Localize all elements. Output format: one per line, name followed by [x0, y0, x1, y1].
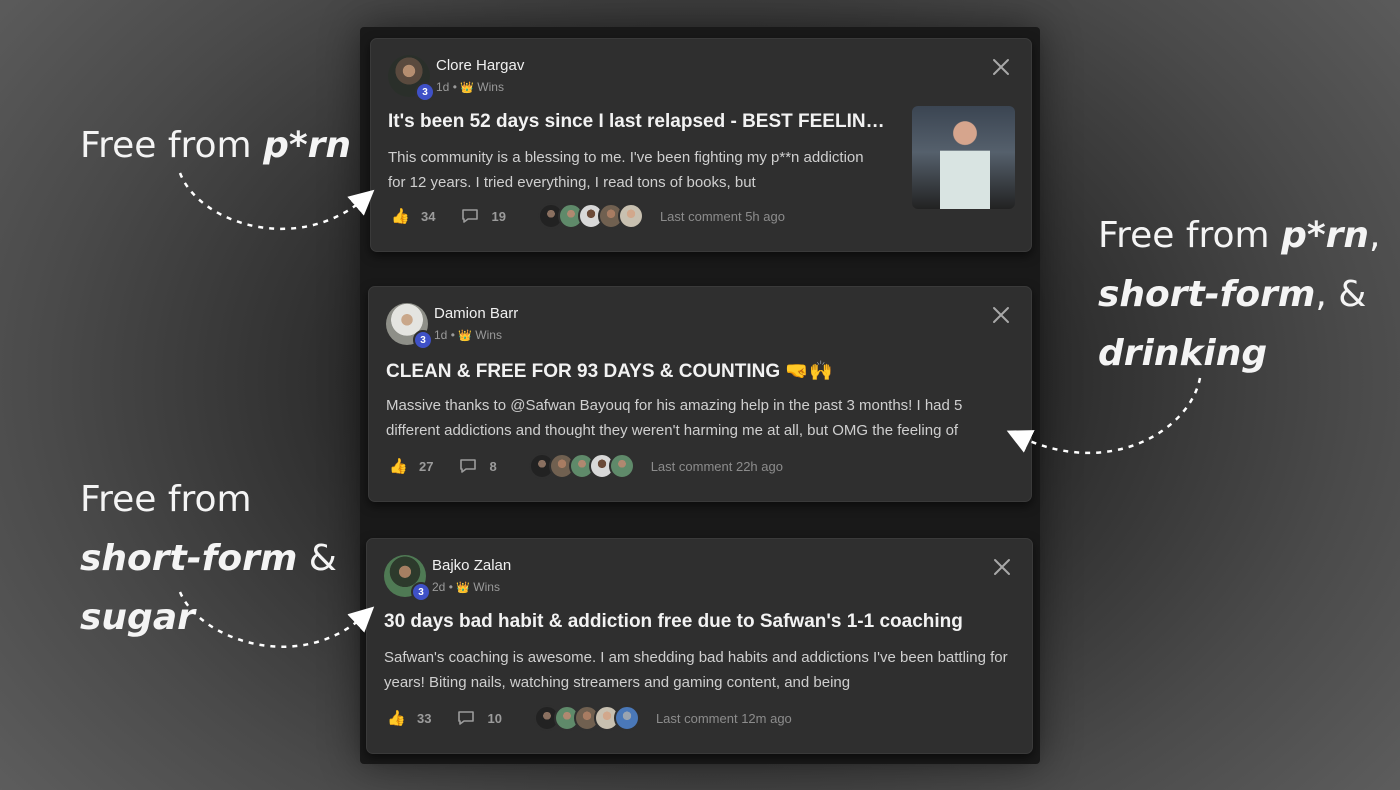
post-time: 2d	[432, 580, 446, 594]
post-time: 1d	[434, 328, 448, 342]
post-card[interactable]: 3 Clore Hargav 1d • 👑 Wins It's been 52 …	[370, 38, 1032, 252]
post-meta: 2d • 👑 Wins	[432, 580, 500, 594]
author-name[interactable]: Bajko Zalan	[432, 557, 511, 574]
commenter-avatars[interactable]	[528, 453, 635, 479]
annotation-emphasis: short-form	[1098, 274, 1316, 315]
annotation-emphasis: p*rn	[263, 125, 352, 166]
post-card[interactable]: 3 Bajko Zalan 2d • 👑 Wins 30 days bad ha…	[366, 538, 1033, 754]
commenter-avatar[interactable]	[608, 453, 635, 479]
like-count: 27	[419, 458, 434, 474]
level-badge: 3	[411, 582, 431, 602]
comment-count: 19	[491, 208, 506, 224]
post-thumbnail[interactable]	[912, 106, 1015, 209]
like-count: 34	[421, 208, 436, 224]
comment-icon[interactable]	[459, 458, 477, 474]
commenter-avatar[interactable]	[617, 203, 644, 229]
post-footer: 👍 27 8 Last comment 22h ago	[389, 453, 783, 479]
annotation-emphasis: drinking	[1098, 333, 1268, 374]
commenter-avatars[interactable]	[537, 203, 644, 229]
last-comment-time: Last comment 12m ago	[655, 710, 792, 726]
annotation-text: ,	[1369, 215, 1381, 256]
comment-count: 8	[489, 458, 497, 474]
annotation-emphasis: p*rn	[1281, 215, 1370, 256]
post-footer: 👍 34 19 Last comment 5h ago	[391, 203, 785, 229]
level-badge: 3	[415, 82, 435, 102]
commenter-avatar[interactable]	[613, 705, 640, 731]
author-name[interactable]: Damion Barr	[434, 305, 518, 322]
crown-icon: 👑	[458, 330, 472, 342]
post-footer: 👍 33 10 Last comment 12m ago	[387, 705, 792, 731]
thumbnail-figure	[940, 116, 990, 209]
post-title[interactable]: 30 days bad habit & addiction free due t…	[384, 611, 963, 633]
last-comment-time: Last comment 5h ago	[659, 208, 785, 224]
comment-count: 10	[487, 710, 502, 726]
like-count: 33	[417, 710, 432, 726]
post-body[interactable]: Massive thanks to @Safwan Bayouq for his…	[386, 393, 1016, 443]
annotation-text: Free from	[80, 125, 264, 166]
thumbs-up-icon[interactable]: 👍	[391, 207, 410, 225]
close-icon[interactable]	[992, 557, 1012, 577]
annotation-emphasis: sugar	[80, 597, 195, 638]
post-card[interactable]: 3 Damion Barr 1d • 👑 Wins CLEAN & FREE F…	[368, 286, 1032, 502]
author-name[interactable]: Clore Hargav	[436, 57, 524, 74]
comment-icon[interactable]	[457, 710, 475, 726]
arrow-1	[178, 172, 375, 231]
annotation-porn: Free from p*rn	[80, 116, 351, 175]
annotation-text: Free from	[80, 479, 252, 520]
post-meta: 1d • 👑 Wins	[436, 80, 504, 94]
annotation-text: &	[297, 538, 337, 579]
crown-icon: 👑	[456, 582, 470, 594]
post-title[interactable]: CLEAN & FREE FOR 93 DAYS & COUNTING 🤜🙌	[386, 359, 833, 383]
annotation-emphasis: short-form	[80, 538, 298, 579]
annotation-shortform-sugar: Free from short-form & sugar	[80, 470, 337, 647]
annotation-text: Free from	[1098, 215, 1282, 256]
post-body[interactable]: Safwan's coaching is awesome. I am shedd…	[384, 645, 1014, 695]
avatar[interactable]: 3	[386, 303, 433, 350]
comment-icon[interactable]	[461, 208, 479, 224]
post-meta: 1d • 👑 Wins	[434, 328, 502, 342]
close-icon[interactable]	[991, 57, 1011, 77]
thumbs-up-icon[interactable]: 👍	[389, 457, 408, 475]
crown-icon: 👑	[460, 82, 474, 94]
avatar[interactable]: 3	[388, 55, 435, 102]
post-category[interactable]: Wins	[473, 580, 500, 594]
post-category[interactable]: Wins	[477, 80, 504, 94]
post-title[interactable]: It's been 52 days since I last relapsed …	[388, 111, 898, 133]
avatar[interactable]: 3	[384, 555, 431, 602]
arrow-3	[1006, 377, 1202, 455]
post-category[interactable]: Wins	[475, 328, 502, 342]
last-comment-time: Last comment 22h ago	[650, 458, 783, 474]
annotation-porn-shortform-drinking: Free from p*rn, short-form, & drinking	[1098, 206, 1381, 383]
annotation-text: , &	[1315, 274, 1367, 315]
thumbs-up-icon[interactable]: 👍	[387, 709, 406, 727]
level-badge: 3	[413, 330, 433, 350]
close-icon[interactable]	[991, 305, 1011, 325]
post-body[interactable]: This community is a blessing to me. I've…	[388, 145, 878, 195]
commenter-avatars[interactable]	[533, 705, 640, 731]
post-time: 1d	[436, 80, 450, 94]
